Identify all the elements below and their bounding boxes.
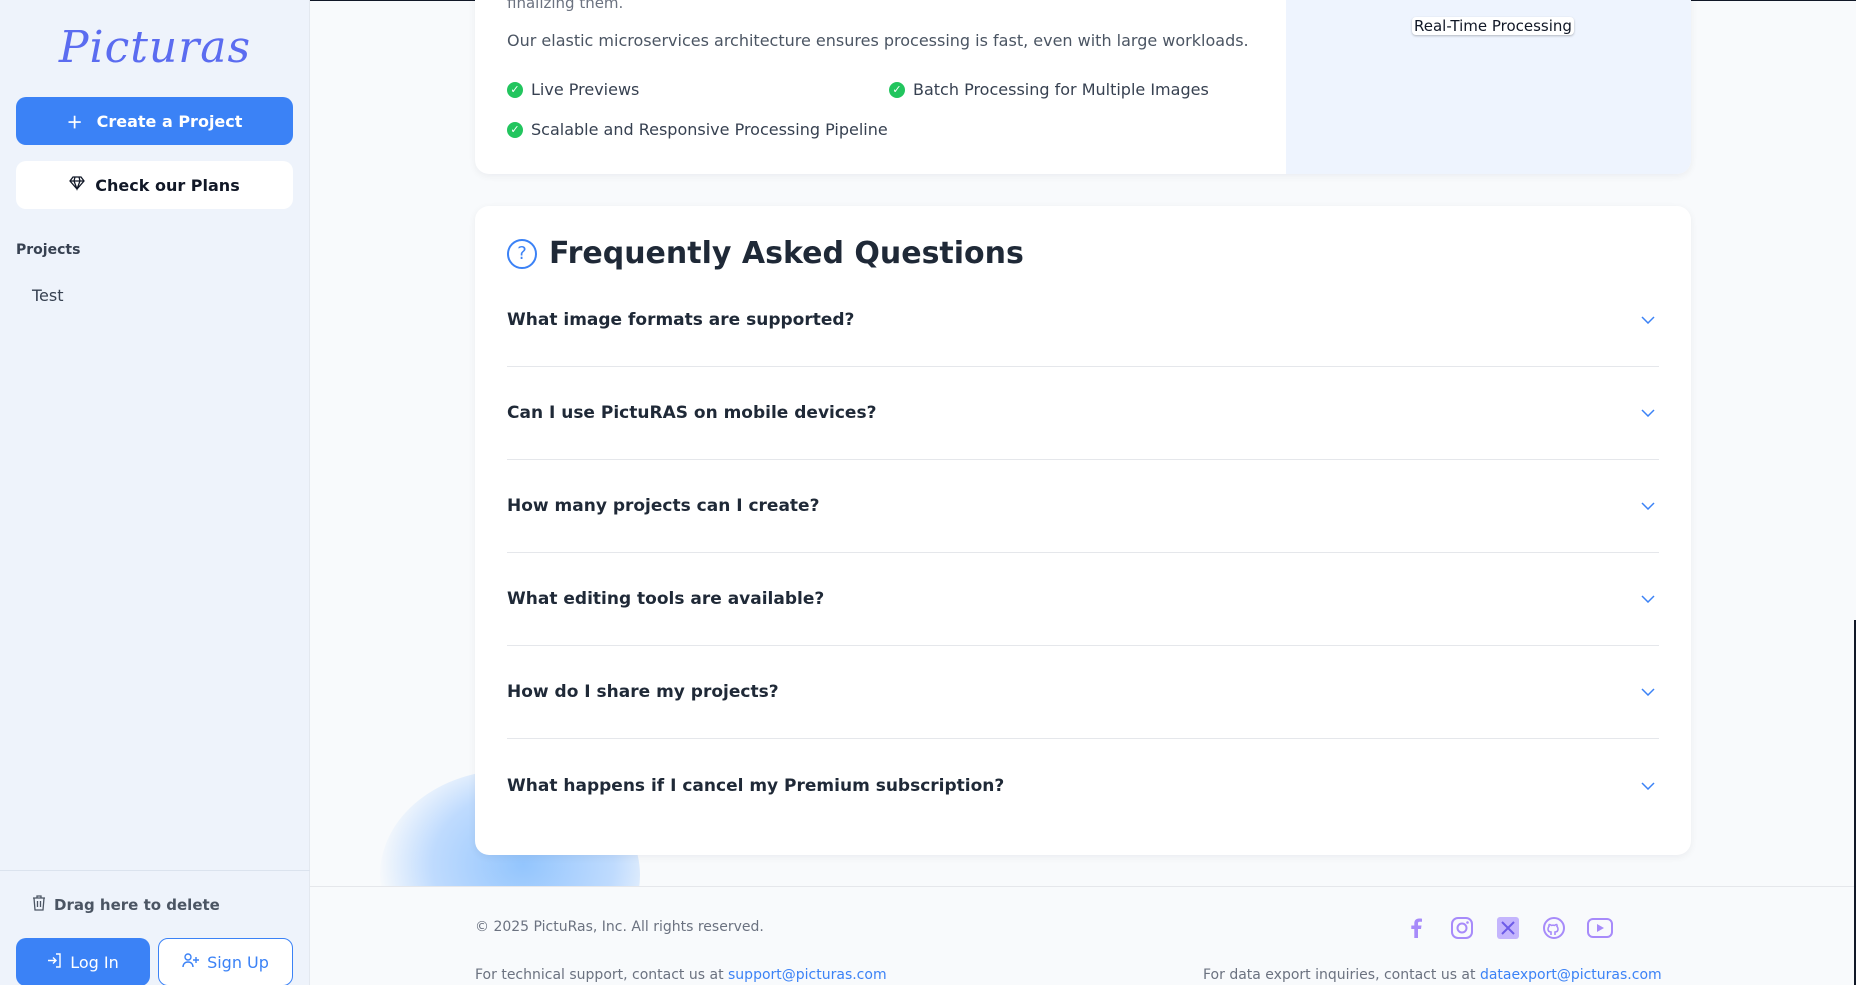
diamond-icon (69, 175, 86, 195)
login-button[interactable]: Log In (16, 938, 150, 985)
faq-title-text: Frequently Asked Questions (549, 236, 1024, 271)
feature-item: ✓ Scalable and Responsive Processing Pip… (507, 120, 888, 139)
export-email-link[interactable]: dataexport@picturas.com (1480, 967, 1662, 983)
question-circle-icon: ? (507, 238, 537, 269)
faq-item-editing-tools[interactable]: What editing tools are available? (507, 553, 1659, 646)
check-circle-icon: ✓ (889, 81, 905, 98)
faq-item-projects-limit[interactable]: How many projects can I create? (507, 460, 1659, 553)
chevron-down-icon (1641, 498, 1659, 514)
x-icon[interactable] (1494, 914, 1522, 942)
social-links (1402, 914, 1614, 942)
chevron-down-icon (1641, 405, 1659, 421)
chevron-down-icon (1641, 778, 1659, 794)
faq-item-mobile[interactable]: Can I use PictuRAS on mobile devices? (507, 367, 1659, 460)
youtube-icon[interactable] (1586, 914, 1614, 942)
delete-drop-label: Drag here to delete (54, 896, 220, 914)
copyright-text: © 2025 PictuRas, Inc. All rights reserve… (475, 919, 764, 935)
faq-title: ? Frequently Asked Questions (507, 236, 1024, 271)
projects-heading: Projects (16, 242, 81, 258)
signup-label: Sign Up (207, 952, 269, 972)
feature-item: ✓ Live Previews (507, 80, 639, 99)
faq-item-share-projects[interactable]: How do I share my projects? (507, 646, 1659, 739)
check-plans-button[interactable]: Check our Plans (16, 161, 293, 209)
chevron-down-icon (1641, 312, 1659, 328)
plus-icon: ＋ (66, 113, 83, 132)
feature-label: Scalable and Responsive Processing Pipel… (531, 120, 888, 139)
export-text: For data export inquiries, contact us at (1203, 967, 1480, 983)
check-circle-icon: ✓ (507, 121, 523, 138)
sidebar-item-project-test[interactable]: Test (32, 286, 64, 305)
faq-question: How many projects can I create? (507, 496, 820, 516)
support-text: For technical support, contact us at (475, 967, 729, 983)
sidebar: Picturas ＋ Create a Project Check our Pl… (0, 0, 310, 985)
faq-question: What editing tools are available? (507, 589, 825, 609)
delete-drop-zone[interactable]: Drag here to delete (32, 895, 220, 915)
chevron-down-icon (1641, 684, 1659, 700)
check-plans-label: Check our Plans (95, 175, 240, 195)
support-email-link[interactable]: support@picturas.com (728, 967, 887, 983)
feature-label: Batch Processing for Multiple Images (913, 80, 1209, 99)
login-icon (47, 952, 62, 972)
page-footer: © 2025 PictuRas, Inc. All rights reserve… (310, 886, 1856, 985)
faq-item-image-formats[interactable]: What image formats are supported? (507, 274, 1659, 367)
feature-item: ✓ Batch Processing for Multiple Images (889, 80, 1209, 99)
facebook-icon[interactable] (1402, 914, 1430, 942)
signup-button[interactable]: Sign Up (158, 938, 293, 985)
feature-description: Our elastic microservices architecture e… (507, 31, 1249, 50)
real-time-processing-label: Real-Time Processing (1412, 17, 1574, 35)
create-project-button[interactable]: ＋ Create a Project (16, 97, 293, 145)
faq-section: ? Frequently Asked Questions What image … (475, 206, 1691, 855)
faq-question: How do I share my projects? (507, 682, 779, 702)
app-logo[interactable]: Picturas (0, 22, 310, 73)
faq-question: What happens if I cancel my Premium subs… (507, 775, 1005, 796)
user-plus-icon (182, 952, 200, 972)
export-contact: For data export inquiries, contact us at… (1203, 967, 1662, 983)
chevron-down-icon (1641, 591, 1659, 607)
faq-item-cancel-premium[interactable]: What happens if I cancel my Premium subs… (507, 739, 1659, 832)
create-project-label: Create a Project (96, 111, 243, 131)
sidebar-footer: Drag here to delete Log In Sign Up (0, 870, 310, 985)
trash-icon (32, 895, 46, 915)
faq-question: Can I use PictuRAS on mobile devices? (507, 403, 877, 423)
feature-label: Live Previews (531, 80, 640, 99)
support-contact: For technical support, contact us at sup… (475, 967, 887, 983)
instagram-icon[interactable] (1448, 914, 1476, 942)
feature-cut-text: finalizing them. (507, 0, 624, 12)
github-icon[interactable] (1540, 914, 1568, 942)
faq-question: What image formats are supported? (507, 310, 855, 330)
check-circle-icon: ✓ (507, 81, 523, 98)
login-label: Log In (70, 952, 119, 972)
